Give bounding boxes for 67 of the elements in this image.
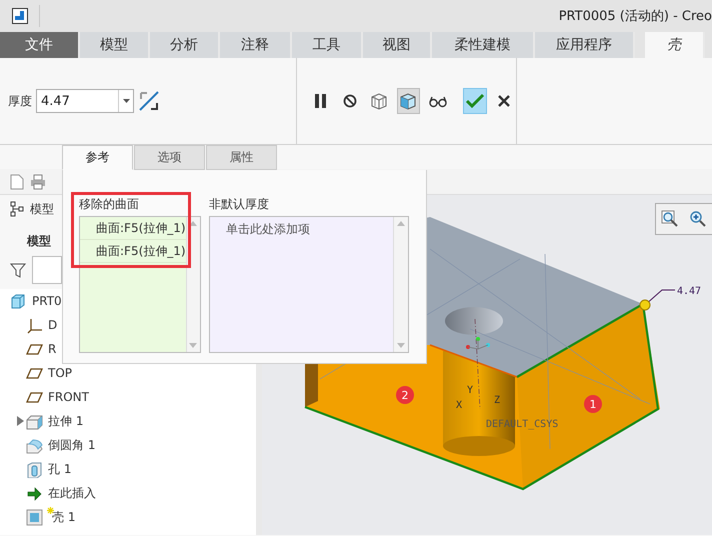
dimension-value: 4.47 bbox=[677, 286, 702, 297]
ok-button[interactable] bbox=[463, 88, 487, 114]
panel-tab[interactable]: 参考 bbox=[62, 145, 133, 170]
callout-marker bbox=[396, 386, 414, 404]
callout-number: 1 bbox=[590, 398, 596, 411]
magnifier-icon bbox=[661, 210, 679, 228]
part-cube-icon bbox=[10, 292, 27, 310]
dimension-handle-icon[interactable] bbox=[640, 300, 650, 310]
flip-direction-icon bbox=[138, 90, 160, 112]
filter-field[interactable] bbox=[32, 256, 62, 284]
ribbon-tab[interactable]: 视图 bbox=[363, 32, 432, 58]
thickness-field[interactable]: 4.47 bbox=[36, 89, 134, 113]
tree-structure-icon bbox=[10, 201, 24, 217]
tree-item[interactable]: 壳 1 bbox=[52, 508, 76, 526]
zoom-in-button[interactable] bbox=[689, 210, 707, 228]
scroll-down-icon bbox=[397, 343, 405, 348]
ribbon-tab[interactable]: 柔性建模 bbox=[432, 32, 535, 58]
zoom-fit-button[interactable] bbox=[661, 210, 679, 228]
axis-label: Z bbox=[494, 395, 500, 406]
wireframe-cube-icon bbox=[369, 91, 390, 111]
shell-feature-icon bbox=[26, 508, 43, 526]
axis-label: X bbox=[456, 400, 462, 411]
hole-feature-icon bbox=[26, 460, 43, 478]
scroll-up-icon bbox=[189, 221, 198, 226]
ribbon-tab[interactable]: 注释 bbox=[220, 32, 292, 58]
panel-tab[interactable]: 选项 bbox=[134, 145, 205, 170]
window-title: PRT0005 (活动的) - Creo bbox=[558, 8, 712, 25]
list-label: 移除的曲面 bbox=[79, 196, 140, 213]
tree-item[interactable]: FRONT bbox=[48, 390, 89, 404]
tree-item[interactable]: 孔 1 bbox=[48, 460, 72, 478]
tree-item[interactable]: PRT0 bbox=[32, 294, 62, 308]
round-feature-icon bbox=[26, 436, 43, 454]
ribbon-tab[interactable]: 壳 bbox=[645, 32, 705, 58]
scroll-up-icon bbox=[397, 221, 405, 226]
callout-marker bbox=[584, 395, 602, 413]
tree-item[interactable]: 拉伸 1 bbox=[48, 412, 84, 430]
app-icon bbox=[12, 8, 28, 24]
file-menu-tab[interactable]: 文件 bbox=[0, 32, 80, 58]
filter-icon bbox=[10, 262, 26, 278]
ribbon-tab[interactable]: 分析 bbox=[150, 32, 220, 58]
axis-label: Y bbox=[467, 385, 474, 396]
tree-item[interactable]: TOP bbox=[48, 366, 72, 380]
panel-header[interactable]: 模型 bbox=[30, 200, 54, 218]
panel-tab[interactable]: 属性 bbox=[206, 145, 277, 170]
tree-item[interactable]: 倒圆角 1 bbox=[48, 436, 96, 454]
checkmark-icon bbox=[465, 91, 486, 111]
insert-arrow-icon bbox=[26, 484, 43, 502]
expand-arrow-icon[interactable] bbox=[16, 416, 24, 426]
solid-cube-icon bbox=[398, 91, 418, 111]
scroll-down-icon bbox=[189, 343, 198, 348]
thickness-label: 厚度 bbox=[8, 92, 32, 110]
solid-cube-button[interactable] bbox=[396, 88, 420, 114]
callout-number: 2 bbox=[402, 389, 408, 402]
tree-item[interactable]: R bbox=[48, 342, 56, 356]
list-label: 非默认厚度 bbox=[209, 196, 270, 213]
surface-item[interactable]: 曲面:F5(拉伸_1) bbox=[80, 217, 186, 240]
dropdown-caret-icon bbox=[122, 99, 130, 103]
ribbon-tab[interactable]: 工具 bbox=[292, 32, 363, 58]
ribbon-tab[interactable]: 模型 bbox=[80, 32, 150, 58]
tree-item[interactable]: D bbox=[48, 318, 58, 332]
zoom-in-icon bbox=[689, 210, 707, 228]
tree-item[interactable]: 在此插入 bbox=[48, 484, 96, 502]
ribbon-tab[interactable]: 应用程序 bbox=[535, 32, 635, 58]
extrude-block-icon bbox=[26, 412, 43, 430]
new-file-icon bbox=[10, 174, 24, 190]
coordinate-axes-icon bbox=[26, 316, 43, 334]
print-icon bbox=[30, 174, 46, 190]
